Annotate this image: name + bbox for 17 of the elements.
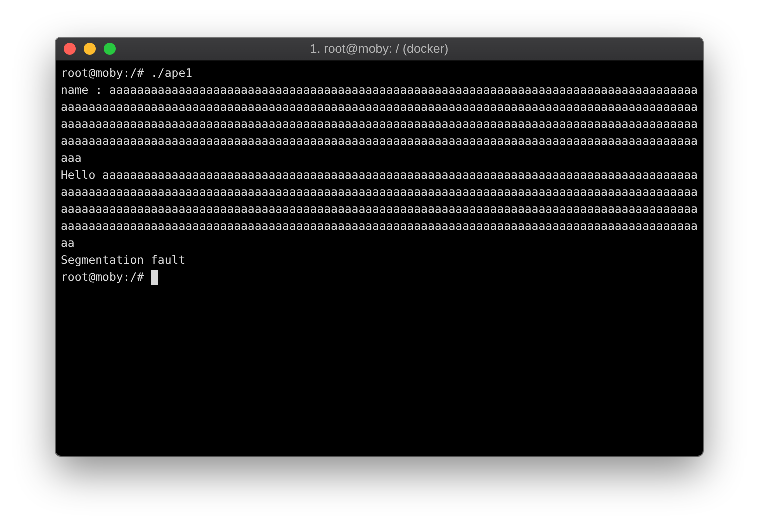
terminal-line: aaa — [61, 150, 82, 167]
terminal-line: aa — [61, 235, 75, 252]
terminal-line: aaaaaaaaaaaaaaaaaaaaaaaaaaaaaaaaaaaaaaaaaaaaaaaaaaaaaaaaaaaaaaaaaaaaaaaaaaaaaaaaaaaaaaaaaaaa — [61, 201, 698, 218]
terminal-line: aaaaaaaaaaaaaaaaaaaaaaaaaaaaaaaaaaaaaaaaaaaaaaaaaaaaaaaaaaaaaaaaaaaaaaaaaaaaaaaaaaaaaaaaaaaa — [61, 218, 698, 235]
terminal-line: root@moby:/# — [61, 269, 146, 286]
terminal-line: aaaaaaaaaaaaaaaaaaaaaaaaaaaaaaaaaaaaaaaaaaaaaaaaaaaaaaaaaaaaaaaaaaaaaaaaaaaaaaaaaaaaaaaaaaaa — [61, 133, 698, 150]
window-title: 1. root@moby: / (docker) — [310, 42, 449, 56]
terminal-line: Hello aaaaaaaaaaaaaaaaaaaaaaaaaaaaaaaaaaaaaaaaaaaaaaaaaaaaaaaaaaaaaaaaaaaaaaaaaaaaaaaaaaaaaa — [61, 167, 698, 184]
terminal-line: aaaaaaaaaaaaaaaaaaaaaaaaaaaaaaaaaaaaaaaaaaaaaaaaaaaaaaaaaaaaaaaaaaaaaaaaaaaaaaaaaaaaaaaaaaaa — [61, 99, 698, 116]
minimize-icon[interactable] — [84, 43, 96, 55]
terminal-line: root@moby:/# ./ape1 — [61, 65, 193, 82]
terminal-line: name : aaaaaaaaaaaaaaaaaaaaaaaaaaaaaaaaaaaaaaaaaaaaaaaaaaaaaaaaaaaaaaaaaaaaaaaaaaaaaaaaaaaaa — [61, 82, 698, 99]
terminal-line: aaaaaaaaaaaaaaaaaaaaaaaaaaaaaaaaaaaaaaaaaaaaaaaaaaaaaaaaaaaaaaaaaaaaaaaaaaaaaaaaaaaaaaaaaaaa — [61, 116, 698, 133]
terminal-line: Segmentation fault — [61, 252, 186, 269]
terminal-line: aaaaaaaaaaaaaaaaaaaaaaaaaaaaaaaaaaaaaaaaaaaaaaaaaaaaaaaaaaaaaaaaaaaaaaaaaaaaaaaaaaaaaaaaaaaa — [61, 184, 698, 201]
zoom-icon[interactable] — [104, 43, 116, 55]
close-icon[interactable] — [64, 43, 76, 55]
